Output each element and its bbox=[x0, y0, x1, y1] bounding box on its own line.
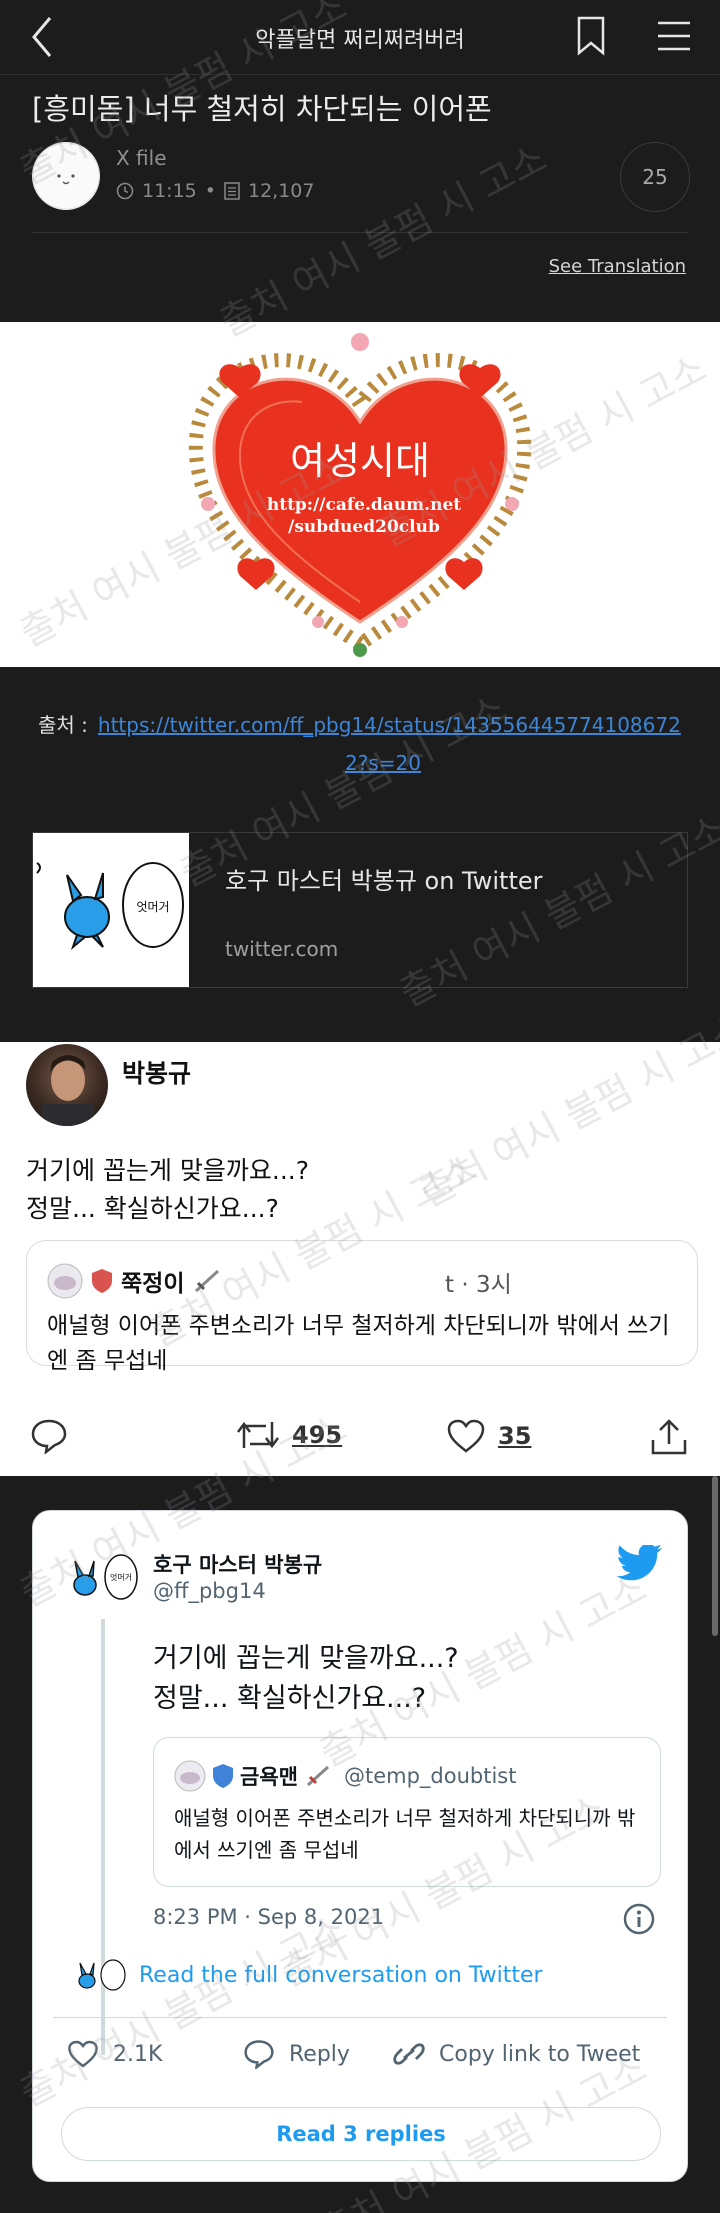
tweet-body-line: 거기에 꼽는게 맞을까요...? bbox=[26, 1156, 310, 1185]
quoted-user-name: 쭉정이 bbox=[121, 1271, 185, 1297]
embed-tweet-date[interactable]: 8:23 PM · Sep 8, 2021 bbox=[153, 1905, 384, 1929]
thumb-speech-text: 엇머거 bbox=[136, 900, 169, 914]
embed-user-name[interactable]: 호구 마스터 박봉규 bbox=[153, 1549, 322, 1579]
blue-rabbit-avatar-icon: 엇머거 bbox=[73, 1554, 138, 1600]
embed-tweet-body: 거기에 꼽는게 맞을까요...? 정말... 확실하신가요...? bbox=[153, 1639, 459, 1719]
post-time: 11:15 bbox=[142, 180, 197, 202]
retweet-count: 495 bbox=[292, 1421, 343, 1449]
see-translation-link[interactable]: See Translation bbox=[549, 256, 686, 277]
embed-quoted-tweet[interactable]: 금욕맨 @temp_doubtist 애널형 이어폰 주변소리가 너무 철저하게… bbox=[153, 1737, 661, 1887]
meta-separator: • bbox=[204, 180, 216, 202]
red-shield-icon bbox=[92, 1269, 112, 1293]
source-label: 출처 : bbox=[38, 713, 88, 737]
retweet-icon bbox=[237, 1421, 279, 1449]
comment-count-badge[interactable]: 25 bbox=[620, 142, 690, 212]
hamburger-menu-icon[interactable] bbox=[656, 18, 692, 54]
reply-action bbox=[30, 1418, 68, 1454]
share-upload-icon bbox=[651, 1419, 687, 1455]
info-icon[interactable] bbox=[623, 1903, 655, 1935]
embed-like-button[interactable]: 2.1K bbox=[67, 2039, 162, 2069]
share-action bbox=[650, 1418, 688, 1456]
quoted-tweet-time: t · 3시 bbox=[445, 1272, 512, 1298]
embed-reply-icon bbox=[244, 2040, 274, 2069]
views-icon bbox=[224, 182, 240, 200]
heart-outline-icon bbox=[447, 1419, 485, 1453]
read-full-conversation-link[interactable]: Read the full conversation on Twitter bbox=[73, 1957, 543, 1993]
quoted-tweet: 쭉정이 t · 3시 애널형 이어폰 주변소리가 너무 철저하게 차단되니까 밖… bbox=[26, 1240, 698, 1374]
link-preview-thumbnail: 엇머거 bbox=[33, 833, 189, 987]
copy-link-label: Copy link to Tweet bbox=[439, 2041, 641, 2067]
embed-quoted-avatar-icon bbox=[174, 1760, 206, 1792]
embed-divider bbox=[53, 2017, 667, 2018]
embed-user-avatar[interactable]: 엇머거 bbox=[67, 1549, 141, 1605]
reply-bubble-icon bbox=[31, 1419, 67, 1454]
quoted-user-avatar-icon bbox=[47, 1263, 83, 1299]
read-full-conversation-text: Read the full conversation on Twitter bbox=[139, 1962, 543, 1988]
banner-url-line1: http://cafe.daum.net bbox=[267, 495, 461, 515]
embedded-tweet[interactable]: 엇머거 호구 마스터 박봉규 @ff_pbg14 거기에 꼽는게 맞을까요...… bbox=[32, 1510, 688, 2182]
avatar-face-icon bbox=[32, 142, 100, 210]
embed-body-line: 거기에 꼽는게 맞을까요...? bbox=[153, 1643, 459, 1674]
blue-shield-icon bbox=[213, 1764, 233, 1788]
top-bar: 악플달면 쩌리쩌려버려 bbox=[0, 0, 720, 75]
embed-quoted-header: 금욕맨 @temp_doubtist bbox=[174, 1760, 516, 1792]
heart-emblem-icon: 여성시대 http://cafe.daum.net /subdued20club bbox=[188, 333, 532, 657]
link-preview-title: 호구 마스터 박봉규 on Twitter bbox=[225, 867, 543, 895]
link-chain-icon bbox=[393, 2043, 425, 2065]
tweet-user-name: 박봉규 bbox=[122, 1059, 192, 1088]
post-views: 12,107 bbox=[247, 180, 315, 202]
embed-actions: 2.1K Reply Copy link to Tweet bbox=[67, 2039, 667, 2079]
source-line: 출처 : https://twitter.com/ff_pbg14/status/… bbox=[38, 706, 688, 782]
embed-reply-label: Reply bbox=[289, 2041, 350, 2067]
quoted-tweet-text: 애널형 이어폰 주변소리가 너무 철저하게 차단되니까 밖에서 쓰기엔 좀 무섭… bbox=[47, 1313, 670, 1374]
like-count: 35 bbox=[498, 1422, 532, 1450]
embed-quoted-text: 애널형 이어폰 주변소리가 너무 철저하게 차단되니까 밖에서 쓰기엔 좀 무섭… bbox=[174, 1806, 636, 1862]
tweet-body-line: 정말... 확실하신가요...? bbox=[26, 1194, 279, 1223]
quoted-tweet-header: 쭉정이 bbox=[47, 1263, 222, 1299]
banner-main-text: 여성시대 bbox=[290, 439, 430, 483]
banner-url-line2: /subdued20club bbox=[288, 517, 440, 537]
author-avatar[interactable] bbox=[32, 142, 100, 210]
like-action: 35 bbox=[446, 1418, 531, 1454]
blue-rabbit-icon: 엇머거 bbox=[36, 862, 184, 951]
source-link[interactable]: https://twitter.com/ff_pbg14/status/1435… bbox=[98, 713, 681, 737]
board-title: 악플달면 쩌리쩌려버려 bbox=[255, 28, 465, 53]
portrait-face-icon bbox=[42, 1055, 94, 1126]
twitter-bird-icon[interactable] bbox=[617, 1545, 663, 1583]
post-meta: 11:15 • 12,107 bbox=[116, 180, 314, 202]
sword-icon bbox=[195, 1269, 220, 1293]
embed-avatar-speech-text: 엇머거 bbox=[110, 1572, 132, 1582]
scrollbar-thumb[interactable] bbox=[712, 1476, 718, 1636]
tweet-user-avatar bbox=[26, 1044, 108, 1126]
source-link-continued[interactable]: 2?s=20 bbox=[38, 744, 688, 782]
embed-quoted-handle: @temp_doubtist bbox=[343, 1764, 517, 1788]
tweet-actions: 495 35 bbox=[30, 1418, 700, 1460]
author-name[interactable]: X file bbox=[116, 146, 167, 170]
embed-heart-icon bbox=[68, 2040, 98, 2068]
bookmark-icon[interactable] bbox=[576, 16, 606, 56]
retweet-action: 495 bbox=[236, 1418, 342, 1452]
embed-like-count: 2.1K bbox=[113, 2041, 163, 2067]
embed-quoted-name: 금욕맨 bbox=[240, 1765, 298, 1789]
post-title: [흥미돋] 너무 철저히 차단되는 이어폰 bbox=[32, 92, 492, 126]
embed-user-handle[interactable]: @ff_pbg14 bbox=[153, 1579, 266, 1603]
cafe-banner-image: 여성시대 http://cafe.daum.net /subdued20club bbox=[0, 322, 720, 667]
copy-link-button[interactable]: Copy link to Tweet bbox=[393, 2039, 640, 2069]
header-divider bbox=[32, 232, 688, 233]
embed-body-line: 정말... 확실하신가요...? bbox=[153, 1683, 427, 1714]
tweet-screenshot: 박봉규 거기에 꼽는게 맞을까요...? 정말... 확실하신가요...? 쭉정… bbox=[0, 1042, 720, 1476]
embed-sword-icon bbox=[306, 1765, 329, 1787]
watermark-text: 출처 여시 불펌 시 고소 bbox=[212, 135, 554, 346]
small-rabbit-avatar-icon bbox=[78, 1959, 126, 1991]
embed-reply-button[interactable]: Reply bbox=[243, 2039, 350, 2069]
read-replies-button[interactable]: Read 3 replies bbox=[61, 2107, 661, 2161]
link-preview-card[interactable]: 엇머거 호구 마스터 박봉규 on Twitter twitter.com bbox=[32, 832, 688, 988]
link-preview-domain: twitter.com bbox=[225, 937, 339, 961]
clock-icon bbox=[116, 182, 134, 200]
tweet-body: 거기에 꼽는게 맞을까요...? 정말... 확실하신가요...? bbox=[26, 1152, 309, 1228]
